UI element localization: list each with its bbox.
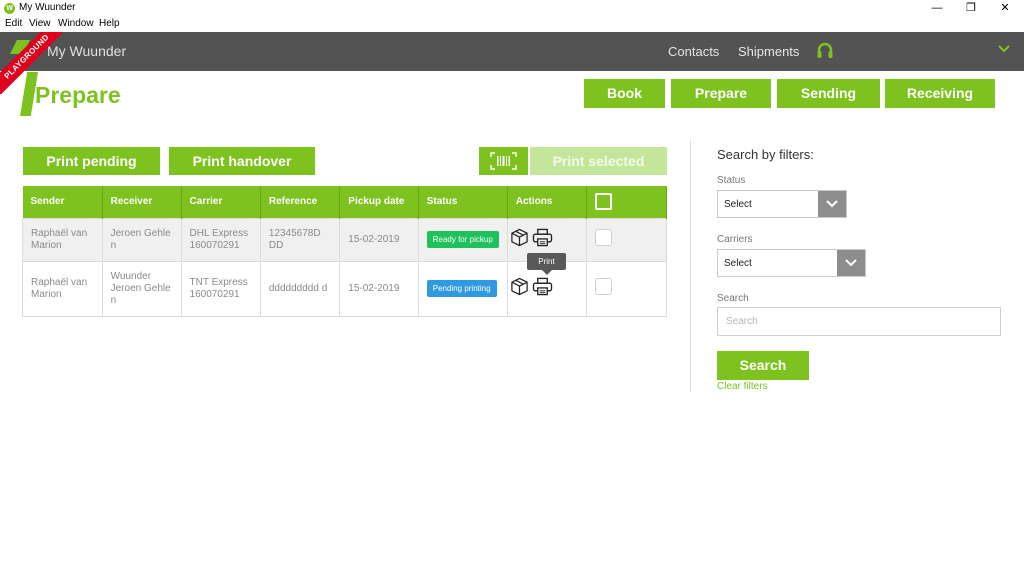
tab-sending[interactable]: Sending — [777, 79, 880, 108]
window-title: My Wuunder — [19, 2, 76, 13]
status-select-value: Select — [724, 199, 752, 210]
cell-receiver: Wuunder Jeroen Gehle n — [101, 260, 182, 317]
window-titlebar: W My Wuunder — ❐ ✕ — [0, 0, 1024, 17]
tab-receiving[interactable]: Receiving — [885, 79, 995, 108]
printer-icon[interactable] — [532, 228, 553, 247]
header-receiver[interactable]: Receiver — [102, 186, 182, 218]
search-input[interactable] — [717, 307, 1001, 336]
print-tooltip: Print — [527, 253, 566, 275]
close-button[interactable]: ✕ — [988, 0, 1022, 17]
tab-book[interactable]: Book — [584, 79, 665, 108]
chevron-down-icon — [826, 200, 838, 208]
row-checkbox[interactable] — [595, 229, 613, 246]
carriers-select[interactable]: Select — [717, 249, 866, 277]
print-pending-button[interactable]: Print pending — [23, 147, 160, 175]
select-all-checkbox[interactable] — [595, 193, 613, 211]
package-icon[interactable] — [510, 228, 529, 247]
panel-divider — [690, 140, 691, 392]
carriers-filter-label: Carriers — [717, 234, 753, 245]
brand-name[interactable]: My Wuunder — [47, 43, 126, 59]
carriers-select-value: Select — [724, 258, 752, 269]
cell-sender: Raphaël van Marion — [22, 217, 103, 262]
table-row[interactable]: Raphaël van Marion Jeroen Gehle n DHL Ex… — [22, 217, 667, 262]
status-select[interactable]: Select — [717, 190, 847, 218]
app-logo-icon: W — [4, 3, 15, 14]
header-select-all[interactable] — [586, 186, 667, 218]
header-status[interactable]: Status — [418, 186, 508, 218]
filters-heading: Search by filters: — [717, 147, 814, 162]
menu-window[interactable]: Window — [58, 18, 94, 29]
nav-shipments[interactable]: Shipments — [738, 44, 799, 59]
table-header-row: Sender Receiver Carrier Reference Pickup… — [22, 186, 667, 218]
nav-contacts[interactable]: Contacts — [668, 44, 719, 59]
cell-carrier: DHL Express 160070291 — [180, 217, 261, 262]
cell-carrier: TNT Express 160070291 — [180, 260, 261, 317]
cell-status: Ready for pickup — [417, 217, 508, 262]
menu-view[interactable]: View — [29, 18, 51, 29]
print-selected-button[interactable]: Print selected — [530, 147, 667, 175]
table-row[interactable]: Raphaël van Marion Wuunder Jeroen Gehle … — [22, 260, 667, 317]
header-actions: Actions — [507, 186, 588, 218]
menu-edit[interactable]: Edit — [5, 18, 22, 29]
cell-pickup-date: 15-02-2019 — [339, 217, 419, 262]
printer-icon[interactable] — [532, 277, 553, 296]
search-filter-label: Search — [717, 293, 749, 304]
header-pickup-date[interactable]: Pickup date — [339, 186, 419, 218]
chevron-down-icon[interactable] — [997, 42, 1011, 56]
cell-select[interactable] — [586, 217, 667, 262]
barcode-icon — [490, 152, 517, 170]
chevron-down-icon — [845, 259, 857, 267]
row-checkbox[interactable] — [595, 278, 613, 295]
status-select-toggle[interactable] — [818, 191, 846, 217]
cell-reference: 12345678D DD — [259, 217, 341, 262]
cell-receiver: Jeroen Gehle n — [101, 217, 182, 262]
barcode-scan-button[interactable] — [479, 147, 528, 175]
support-headset-icon[interactable] — [816, 41, 834, 61]
package-icon[interactable] — [510, 277, 529, 296]
cell-reference: ddddddddd d — [259, 260, 341, 317]
header-carrier[interactable]: Carrier — [181, 186, 261, 218]
cell-pickup-date: 15-02-2019 — [339, 260, 419, 317]
minimize-button[interactable]: — — [920, 0, 954, 17]
cell-status: Pending printing — [417, 260, 508, 317]
status-filter-label: Status — [717, 175, 746, 186]
cell-sender: Raphaël van Marion — [22, 260, 103, 317]
maximize-button[interactable]: ❐ — [954, 0, 988, 17]
menu-help[interactable]: Help — [99, 18, 120, 29]
header-reference[interactable]: Reference — [260, 186, 341, 218]
tab-prepare[interactable]: Prepare — [671, 79, 771, 108]
clear-filters-link[interactable]: Clear filters — [717, 381, 768, 392]
page-title: Prepare — [35, 82, 121, 108]
app-header: My Wuunder Contacts Shipments — [0, 32, 1024, 71]
header-sender[interactable]: Sender — [22, 186, 103, 218]
status-badge: Pending printing — [426, 280, 497, 297]
menu-bar: Edit View Window Help — [0, 17, 1024, 32]
status-badge: Ready for pickup — [426, 231, 499, 248]
carriers-select-toggle[interactable] — [837, 250, 865, 276]
cell-select[interactable] — [586, 260, 667, 317]
print-handover-button[interactable]: Print handover — [169, 147, 315, 175]
search-button[interactable]: Search — [717, 351, 809, 380]
shipments-table: Sender Receiver Carrier Reference Pickup… — [22, 186, 667, 317]
